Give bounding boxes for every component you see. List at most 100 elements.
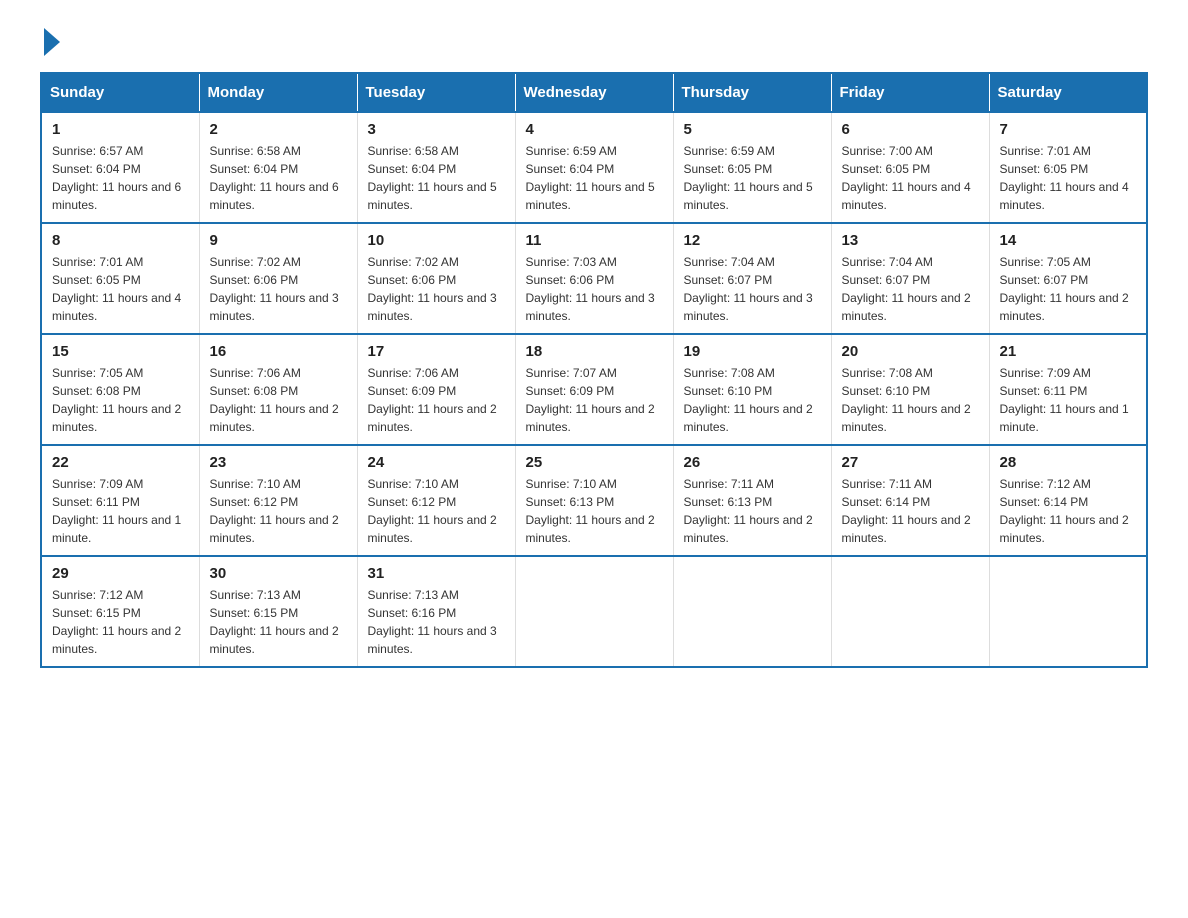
calendar-cell (673, 556, 831, 667)
calendar-cell: 9 Sunrise: 7:02 AMSunset: 6:06 PMDaylight… (199, 223, 357, 334)
day-number: 3 (368, 121, 505, 138)
day-info: Sunrise: 7:10 AMSunset: 6:13 PMDaylight:… (526, 475, 663, 547)
day-info: Sunrise: 6:59 AMSunset: 6:04 PMDaylight:… (526, 142, 663, 214)
day-info: Sunrise: 7:06 AMSunset: 6:08 PMDaylight:… (210, 364, 347, 436)
logo (40, 30, 60, 52)
day-number: 25 (526, 454, 663, 471)
calendar-cell: 5 Sunrise: 6:59 AMSunset: 6:05 PMDaylight… (673, 112, 831, 223)
day-number: 29 (52, 565, 189, 582)
calendar-cell: 11 Sunrise: 7:03 AMSunset: 6:06 PMDayligh… (515, 223, 673, 334)
calendar-cell: 22 Sunrise: 7:09 AMSunset: 6:11 PMDayligh… (41, 445, 199, 556)
day-number: 26 (684, 454, 821, 471)
calendar-table: SundayMondayTuesdayWednesdayThursdayFrid… (40, 72, 1148, 668)
day-number: 15 (52, 343, 189, 360)
calendar-week-3: 15Sunrise: 7:05 AMSunset: 6:08 PMDayligh… (41, 334, 1147, 445)
logo-top (40, 30, 60, 56)
day-info: Sunrise: 7:07 AMSunset: 6:09 PMDaylight:… (526, 364, 663, 436)
calendar-cell: 13Sunrise: 7:04 AMSunset: 6:07 PMDayligh… (831, 223, 989, 334)
calendar-cell: 7Sunrise: 7:01 AMSunset: 6:05 PMDaylight… (989, 112, 1147, 223)
page-header (40, 30, 1148, 52)
day-number: 2 (210, 121, 347, 138)
calendar-cell: 24Sunrise: 7:10 AMSunset: 6:12 PMDayligh… (357, 445, 515, 556)
calendar-cell: 1 Sunrise: 6:57 AMSunset: 6:04 PMDaylight… (41, 112, 199, 223)
day-info: Sunrise: 6:58 AMSunset: 6:04 PMDaylight:… (368, 142, 505, 214)
calendar-cell: 16 Sunrise: 7:06 AMSunset: 6:08 PMDayligh… (199, 334, 357, 445)
day-info: Sunrise: 6:59 AMSunset: 6:05 PMDaylight:… (684, 142, 821, 214)
day-info: Sunrise: 7:12 AMSunset: 6:15 PMDaylight:… (52, 586, 189, 658)
day-number: 27 (842, 454, 979, 471)
day-info: Sunrise: 7:06 AMSunset: 6:09 PMDaylight:… (368, 364, 505, 436)
header-day-sunday: Sunday (41, 73, 199, 112)
calendar-cell: 8Sunrise: 7:01 AMSunset: 6:05 PMDaylight… (41, 223, 199, 334)
day-info: Sunrise: 7:12 AMSunset: 6:14 PMDaylight:… (1000, 475, 1137, 547)
day-number: 7 (1000, 121, 1137, 138)
day-number: 18 (526, 343, 663, 360)
day-number: 8 (52, 232, 189, 249)
day-number: 17 (368, 343, 505, 360)
calendar-cell: 4 Sunrise: 6:59 AMSunset: 6:04 PMDaylight… (515, 112, 673, 223)
day-info: Sunrise: 6:57 AMSunset: 6:04 PMDaylight:… (52, 142, 189, 214)
calendar-cell: 23Sunrise: 7:10 AMSunset: 6:12 PMDayligh… (199, 445, 357, 556)
calendar-cell (515, 556, 673, 667)
day-info: Sunrise: 7:02 AMSunset: 6:06 PMDaylight:… (210, 253, 347, 325)
calendar-cell: 31 Sunrise: 7:13 AMSunset: 6:16 PMDayligh… (357, 556, 515, 667)
day-number: 9 (210, 232, 347, 249)
day-info: Sunrise: 6:58 AMSunset: 6:04 PMDaylight:… (210, 142, 347, 214)
day-number: 5 (684, 121, 821, 138)
header-day-thursday: Thursday (673, 73, 831, 112)
calendar-cell: 27 Sunrise: 7:11 AMSunset: 6:14 PMDayligh… (831, 445, 989, 556)
header-day-tuesday: Tuesday (357, 73, 515, 112)
day-info: Sunrise: 7:05 AMSunset: 6:07 PMDaylight:… (1000, 253, 1137, 325)
day-info: Sunrise: 7:13 AMSunset: 6:16 PMDaylight:… (368, 586, 505, 658)
day-number: 16 (210, 343, 347, 360)
calendar-cell (831, 556, 989, 667)
calendar-cell: 10 Sunrise: 7:02 AMSunset: 6:06 PMDayligh… (357, 223, 515, 334)
header-day-wednesday: Wednesday (515, 73, 673, 112)
calendar-week-4: 22 Sunrise: 7:09 AMSunset: 6:11 PMDayligh… (41, 445, 1147, 556)
day-number: 4 (526, 121, 663, 138)
calendar-cell: 14 Sunrise: 7:05 AMSunset: 6:07 PMDayligh… (989, 223, 1147, 334)
day-info: Sunrise: 7:04 AMSunset: 6:07 PMDaylight:… (684, 253, 821, 325)
calendar-cell: 30 Sunrise: 7:13 AMSunset: 6:15 PMDayligh… (199, 556, 357, 667)
day-number: 14 (1000, 232, 1137, 249)
calendar-cell (989, 556, 1147, 667)
day-number: 20 (842, 343, 979, 360)
day-number: 1 (52, 121, 189, 138)
calendar-week-5: 29 Sunrise: 7:12 AMSunset: 6:15 PMDayligh… (41, 556, 1147, 667)
day-number: 31 (368, 565, 505, 582)
header-day-saturday: Saturday (989, 73, 1147, 112)
calendar-cell: 25 Sunrise: 7:10 AMSunset: 6:13 PMDayligh… (515, 445, 673, 556)
day-info: Sunrise: 7:08 AMSunset: 6:10 PMDaylight:… (842, 364, 979, 436)
day-info: Sunrise: 7:11 AMSunset: 6:14 PMDaylight:… (842, 475, 979, 547)
calendar-week-2: 8Sunrise: 7:01 AMSunset: 6:05 PMDaylight… (41, 223, 1147, 334)
header-day-monday: Monday (199, 73, 357, 112)
day-number: 30 (210, 565, 347, 582)
calendar-cell: 2 Sunrise: 6:58 AMSunset: 6:04 PMDaylight… (199, 112, 357, 223)
day-number: 11 (526, 232, 663, 249)
day-info: Sunrise: 7:03 AMSunset: 6:06 PMDaylight:… (526, 253, 663, 325)
day-number: 13 (842, 232, 979, 249)
day-number: 10 (368, 232, 505, 249)
day-number: 28 (1000, 454, 1137, 471)
day-info: Sunrise: 7:13 AMSunset: 6:15 PMDaylight:… (210, 586, 347, 658)
calendar-cell: 15Sunrise: 7:05 AMSunset: 6:08 PMDayligh… (41, 334, 199, 445)
calendar-week-1: 1 Sunrise: 6:57 AMSunset: 6:04 PMDaylight… (41, 112, 1147, 223)
day-info: Sunrise: 7:02 AMSunset: 6:06 PMDaylight:… (368, 253, 505, 325)
calendar-body: 1 Sunrise: 6:57 AMSunset: 6:04 PMDaylight… (41, 112, 1147, 667)
day-number: 24 (368, 454, 505, 471)
day-info: Sunrise: 7:09 AMSunset: 6:11 PMDaylight:… (52, 475, 189, 547)
calendar-header: SundayMondayTuesdayWednesdayThursdayFrid… (41, 73, 1147, 112)
day-number: 6 (842, 121, 979, 138)
calendar-cell: 28 Sunrise: 7:12 AMSunset: 6:14 PMDayligh… (989, 445, 1147, 556)
day-info: Sunrise: 7:08 AMSunset: 6:10 PMDaylight:… (684, 364, 821, 436)
calendar-cell: 17 Sunrise: 7:06 AMSunset: 6:09 PMDayligh… (357, 334, 515, 445)
calendar-cell: 12 Sunrise: 7:04 AMSunset: 6:07 PMDayligh… (673, 223, 831, 334)
day-info: Sunrise: 7:09 AMSunset: 6:11 PMDaylight:… (1000, 364, 1137, 436)
calendar-cell: 21Sunrise: 7:09 AMSunset: 6:11 PMDayligh… (989, 334, 1147, 445)
calendar-cell: 26Sunrise: 7:11 AMSunset: 6:13 PMDayligh… (673, 445, 831, 556)
calendar-cell: 6Sunrise: 7:00 AMSunset: 6:05 PMDaylight… (831, 112, 989, 223)
day-number: 12 (684, 232, 821, 249)
header-day-friday: Friday (831, 73, 989, 112)
day-number: 22 (52, 454, 189, 471)
calendar-cell: 29 Sunrise: 7:12 AMSunset: 6:15 PMDayligh… (41, 556, 199, 667)
